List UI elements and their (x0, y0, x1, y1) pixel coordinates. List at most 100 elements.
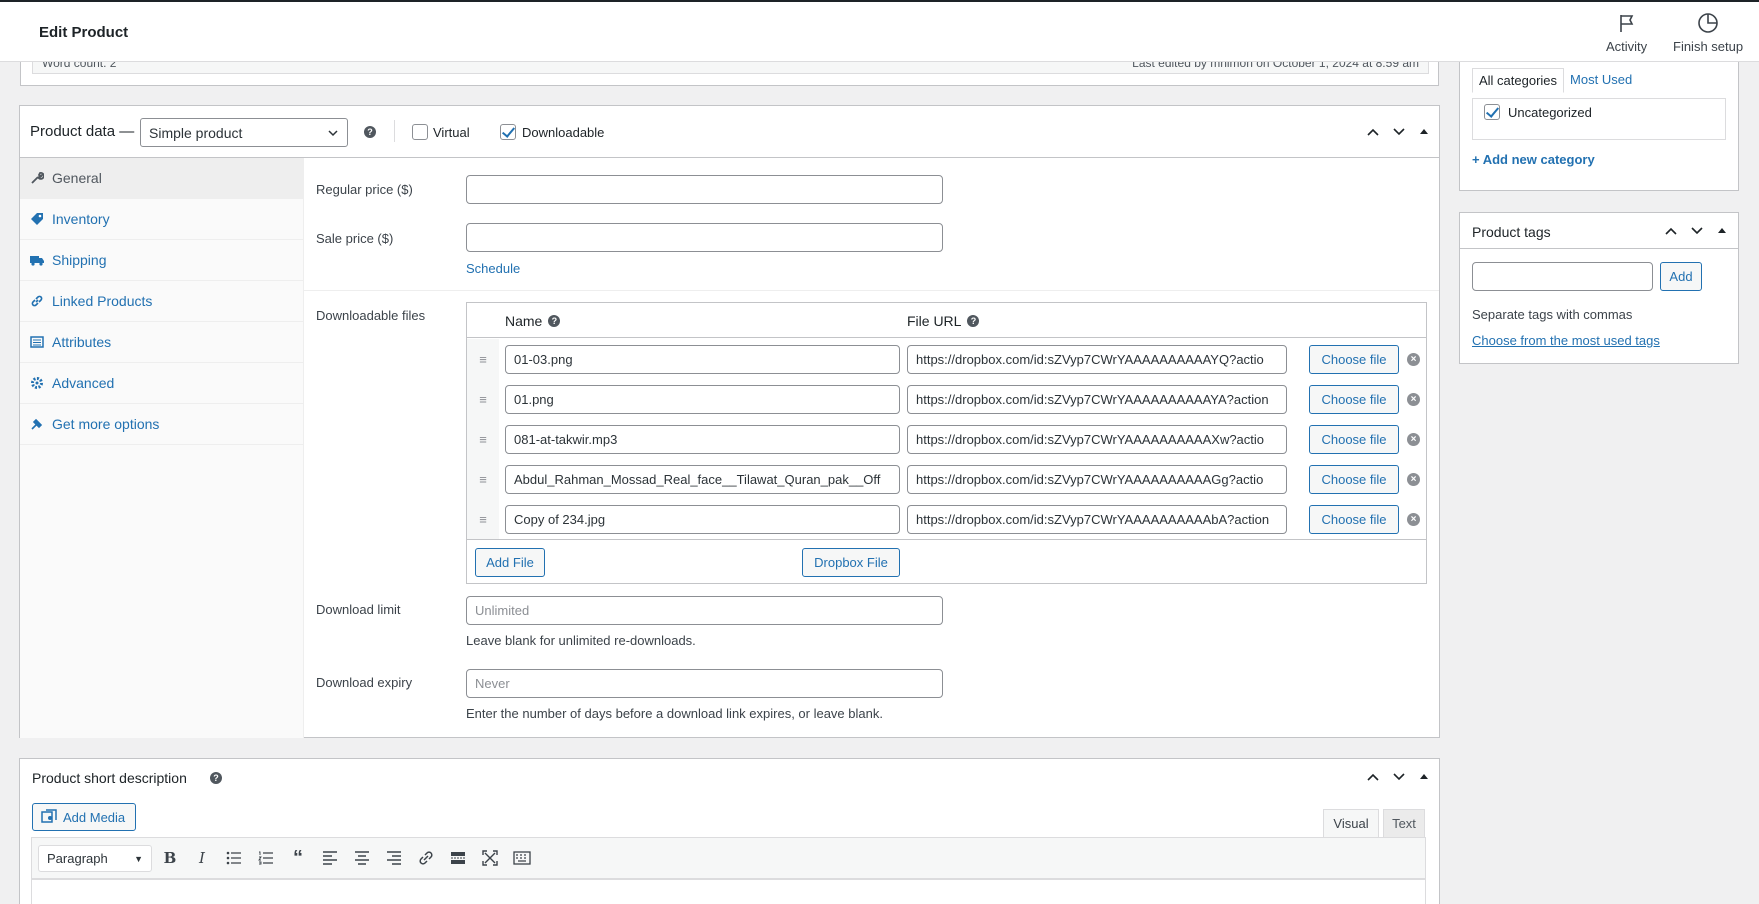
chevron-up-icon[interactable] (1365, 124, 1381, 140)
collapse-toggle-icon[interactable] (1714, 223, 1730, 239)
tab-shipping[interactable]: Shipping (20, 240, 303, 281)
file-url-input[interactable]: https://dropbox.com/id:sZVyp7CWrYAAAAAAA… (907, 385, 1287, 414)
tab-general[interactable]: General (20, 158, 303, 199)
collapse-toggle-icon[interactable] (1416, 769, 1432, 785)
align-center-icon[interactable] (352, 848, 372, 868)
dropbox-file-button[interactable]: Dropbox File (802, 548, 900, 577)
product-short-description-box: Product short description ? Add Media Vi… (19, 758, 1440, 904)
add-new-category-link[interactable]: + Add new category (1472, 152, 1595, 167)
table-row: ≡ Copy of 234.jpg https://dropbox.com/id… (467, 499, 1426, 539)
bold-icon[interactable]: B (160, 848, 180, 868)
bullet-list-icon[interactable] (224, 848, 244, 868)
short-description-editor[interactable] (31, 879, 1426, 904)
tag-icon (30, 212, 44, 226)
regular-price-input[interactable] (466, 175, 943, 204)
tag-separator-hint: Separate tags with commas (1472, 307, 1633, 322)
choose-most-used-tags-link[interactable]: Choose from the most used tags (1472, 333, 1660, 348)
file-name-input[interactable]: Abdul_Rahman_Mossad_Real_face__Tilawat_Q… (505, 465, 900, 494)
drag-handle-icon[interactable]: ≡ (467, 499, 499, 539)
help-icon[interactable]: ? (548, 315, 561, 327)
column-header-file-url: File URL? (907, 313, 980, 329)
tab-all-categories[interactable]: All categories (1472, 68, 1565, 93)
tab-get-more-options[interactable]: Get more options (20, 404, 303, 445)
download-expiry-input[interactable]: Never (466, 669, 943, 698)
tab-text[interactable]: Text (1383, 809, 1425, 837)
chevron-up-icon[interactable] (1663, 223, 1679, 239)
add-tag-button[interactable]: Add (1660, 262, 1702, 291)
file-name-input[interactable]: 01-03.png (505, 345, 900, 374)
finish-setup-button[interactable]: Finish setup (1673, 12, 1743, 54)
help-icon[interactable]: ? (364, 126, 376, 138)
add-file-button[interactable]: Add File (475, 548, 545, 577)
drag-handle-icon[interactable]: ≡ (467, 339, 499, 379)
drag-handle-icon[interactable]: ≡ (467, 459, 499, 499)
help-icon[interactable]: ? (210, 772, 222, 784)
file-name-input[interactable]: 081-at-takwir.mp3 (505, 425, 900, 454)
file-url-input[interactable]: https://dropbox.com/id:sZVyp7CWrYAAAAAAA… (907, 345, 1287, 374)
remove-icon[interactable]: × (1407, 353, 1420, 366)
file-name-input[interactable]: 01.png (505, 385, 900, 414)
toolbar-toggle-icon[interactable] (512, 848, 532, 868)
choose-file-button[interactable]: Choose file (1309, 425, 1399, 454)
remove-icon[interactable]: × (1407, 393, 1420, 406)
chevron-down-icon[interactable] (1391, 124, 1407, 140)
italic-icon[interactable]: I (192, 848, 212, 868)
remove-icon[interactable]: × (1407, 473, 1420, 486)
progress-circle-icon (1698, 13, 1718, 33)
tab-visual[interactable]: Visual (1323, 809, 1379, 837)
numbered-list-icon[interactable] (256, 848, 276, 868)
download-expiry-description: Enter the number of days before a downlo… (466, 706, 883, 721)
product-type-select[interactable]: Simple product (140, 118, 348, 147)
product-categories-box: All categories Most Used Uncategorized +… (1459, 56, 1739, 191)
choose-file-button[interactable]: Choose file (1309, 385, 1399, 414)
help-icon[interactable]: ? (967, 315, 980, 327)
tab-most-used[interactable]: Most Used (1564, 68, 1638, 93)
chevron-up-icon[interactable] (1365, 769, 1381, 785)
tab-label: Inventory (52, 211, 110, 227)
remove-icon[interactable]: × (1407, 433, 1420, 446)
align-left-icon[interactable] (320, 848, 340, 868)
download-limit-label: Download limit (316, 602, 401, 617)
file-url-input[interactable]: https://dropbox.com/id:sZVyp7CWrYAAAAAAA… (907, 505, 1287, 534)
tag-input[interactable] (1472, 262, 1653, 291)
sale-price-input[interactable] (466, 223, 943, 252)
blockquote-icon[interactable]: “ (288, 847, 308, 869)
drag-handle-icon[interactable]: ≡ (467, 379, 499, 419)
table-row: ≡ 081-at-takwir.mp3 https://dropbox.com/… (467, 419, 1426, 459)
downloadable-label: Downloadable (522, 125, 605, 140)
link-icon[interactable] (416, 848, 436, 868)
collapse-toggle-icon[interactable] (1416, 124, 1432, 140)
tab-linked-products[interactable]: Linked Products (20, 281, 303, 322)
chevron-down-icon[interactable] (1391, 769, 1407, 785)
tab-label: General (52, 170, 102, 186)
tab-label: Advanced (52, 375, 115, 391)
virtual-checkbox[interactable] (412, 124, 428, 140)
chevron-down-icon[interactable] (1689, 223, 1705, 239)
activity-button[interactable]: Activity (1606, 12, 1647, 54)
tab-inventory[interactable]: Inventory (20, 199, 303, 240)
tab-advanced[interactable]: Advanced (20, 363, 303, 404)
choose-file-button[interactable]: Choose file (1309, 505, 1399, 534)
category-checkbox[interactable] (1484, 104, 1500, 120)
choose-file-button[interactable]: Choose file (1309, 345, 1399, 374)
add-media-button[interactable]: Add Media (32, 803, 136, 831)
regular-price-label: Regular price ($) (316, 182, 413, 197)
download-limit-input[interactable]: Unlimited (466, 596, 943, 625)
table-header: Name? File URL? (467, 303, 1426, 338)
read-more-icon[interactable] (448, 848, 468, 868)
file-name-input[interactable]: Copy of 234.jpg (505, 505, 900, 534)
downloadable-checkbox[interactable] (500, 124, 516, 140)
format-select[interactable]: Paragraph ▼ (38, 845, 152, 872)
file-url-input[interactable]: https://dropbox.com/id:sZVyp7CWrYAAAAAAA… (907, 425, 1287, 454)
link-icon (30, 294, 44, 308)
align-right-icon[interactable] (384, 848, 404, 868)
tab-attributes[interactable]: Attributes (20, 322, 303, 363)
choose-file-button[interactable]: Choose file (1309, 465, 1399, 494)
gear-icon (30, 376, 44, 390)
schedule-link[interactable]: Schedule (466, 261, 520, 276)
media-icon (41, 809, 57, 823)
drag-handle-icon[interactable]: ≡ (467, 419, 499, 459)
remove-icon[interactable]: × (1407, 513, 1420, 526)
fullscreen-icon[interactable] (480, 848, 500, 868)
file-url-input[interactable]: https://dropbox.com/id:sZVyp7CWrYAAAAAAA… (907, 465, 1287, 494)
